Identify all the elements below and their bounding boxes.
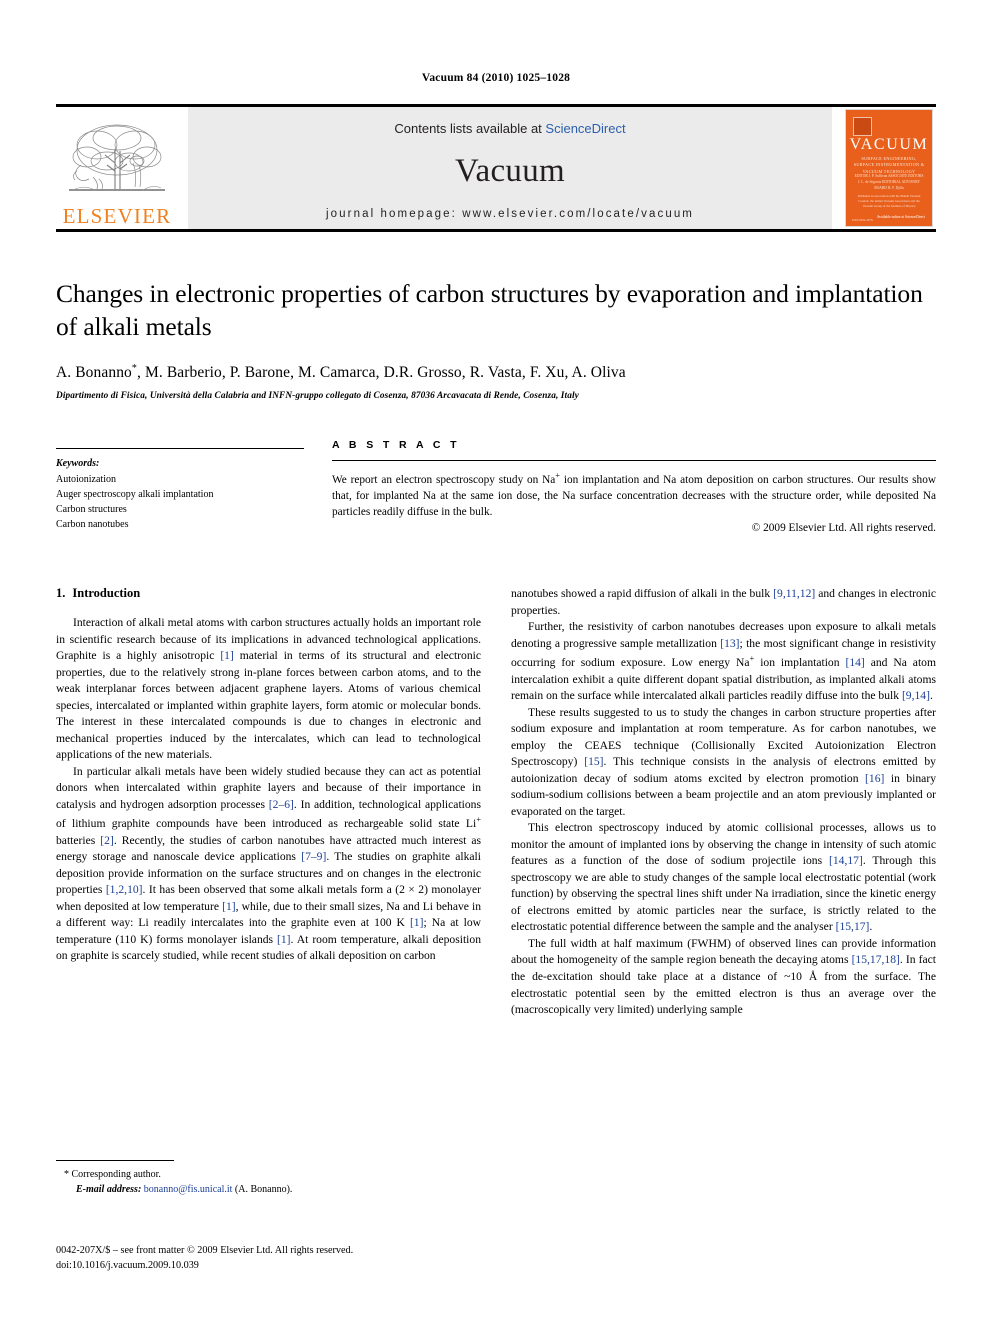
cover-footer: Available online at ScienceDirect — [876, 214, 925, 219]
journal-cover-cell: VACUUM SURFACE ENGINEERING, SURFACE INST… — [842, 107, 936, 229]
affiliation: Dipartimento di Fisica, Università della… — [56, 391, 579, 402]
cover-badge-icon — [853, 117, 872, 136]
cover-issn: ISSN 0042-207X — [852, 218, 873, 222]
abstract-rule — [332, 460, 936, 462]
cover-title: VACUUM — [849, 136, 929, 153]
footnote-block: * Corresponding author. E-mail address: … — [56, 1160, 481, 1197]
abstract-copyright: © 2009 Elsevier Ltd. All rights reserved… — [751, 522, 936, 535]
citation-link[interactable]: [2] — [100, 834, 114, 847]
citation-link[interactable]: [9,14] — [902, 689, 930, 702]
journal-title: Vacuum — [455, 153, 565, 189]
text-run: batteries — [56, 833, 101, 847]
keyword-item: Carbon nanotubes — [56, 519, 129, 531]
author-first: A. Bonanno — [56, 364, 132, 382]
section-number: 1. — [56, 586, 66, 601]
imprint-line-1: 0042-207X/$ – see front matter © 2009 El… — [56, 1245, 354, 1256]
citation-link[interactable]: [1] — [222, 900, 236, 913]
text-run: . — [869, 920, 873, 934]
citation-link[interactable]: [1] — [220, 649, 234, 662]
abstract-text: We report an electron spectroscopy study… — [332, 469, 936, 520]
email-note: E-mail address: bonanno@fis.unical.it (A… — [56, 1182, 481, 1197]
abstract-part-1: We report an electron spectroscopy study… — [332, 474, 556, 487]
contents-prefix: Contents lists available at — [394, 121, 546, 136]
keywords-rule — [56, 448, 304, 450]
text-run: . — [929, 689, 933, 703]
cover-editors: EDITOR J. P. Sullivan ASSOCIATE EDITORS … — [854, 174, 924, 190]
title-block: Changes in electronic properties of carb… — [56, 278, 936, 401]
paragraph: nanotubes showed a rapid diffusion of al… — [511, 586, 936, 619]
elsevier-logo: ELSEVIER — [56, 107, 178, 229]
citation-link[interactable]: [16] — [865, 772, 884, 785]
citation-link[interactable]: [13] — [720, 637, 739, 650]
citation-link[interactable]: [14] — [845, 656, 864, 669]
email-suffix: (A. Bonanno). — [232, 1184, 293, 1195]
superscript: + — [476, 814, 481, 825]
text-run: nanotubes showed a rapid diffusion of al… — [511, 587, 774, 601]
citation-link[interactable]: [1] — [277, 933, 291, 946]
journal-cover-thumbnail: VACUUM SURFACE ENGINEERING, SURFACE INST… — [845, 109, 933, 227]
citation-link[interactable]: [1,2,10] — [106, 883, 143, 896]
citation-link[interactable]: [1] — [410, 916, 424, 929]
keyword-item: Autoionization — [56, 473, 116, 485]
citation-link[interactable]: [15,17,18] — [852, 953, 900, 966]
sciencedirect-link[interactable]: ScienceDirect — [545, 121, 625, 136]
corresponding-author-text: Corresponding author. — [69, 1169, 161, 1180]
article-title: Changes in electronic properties of carb… — [56, 279, 923, 341]
paragraph: In particular alkali metals have been wi… — [56, 764, 481, 965]
body-columns: 1. Introduction Interaction of alkali met… — [56, 586, 936, 1018]
email-label: E-mail address: — [76, 1184, 142, 1195]
paragraph: This electron spectroscopy induced by at… — [511, 820, 936, 936]
left-column: 1. Introduction Interaction of alkali met… — [56, 586, 481, 1018]
paragraph: These results suggested to us to study t… — [511, 705, 936, 821]
keywords-heading: Keywords: — [56, 458, 100, 470]
cover-blurb: Published in association with the Britis… — [857, 194, 921, 208]
journal-homepage-line[interactable]: journal homepage: www.elsevier.com/locat… — [326, 208, 694, 220]
imprint-block: 0042-207X/$ – see front matter © 2009 El… — [56, 1244, 516, 1274]
abstract-heading: A B S T R A C T — [332, 439, 460, 452]
paragraph: Interaction of alkali metal atoms with c… — [56, 615, 481, 764]
corresponding-author-note: * Corresponding author. — [56, 1167, 481, 1182]
cover-subtitle: SURFACE ENGINEERING, SURFACE INSTRUMENTA… — [853, 156, 925, 174]
citation-link[interactable]: [7–9] — [301, 850, 326, 863]
keyword-item: Carbon structures — [56, 503, 127, 515]
section-title: Introduction — [72, 586, 141, 601]
footnote-rule — [56, 1160, 174, 1161]
article-page: Vacuum 84 (2010) 1025–1028 ELSEVIER Cont… — [0, 0, 992, 1323]
right-column: nanotubes showed a rapid diffusion of al… — [511, 586, 936, 1018]
journal-masthead: ELSEVIER Contents lists available at Sci… — [56, 104, 936, 229]
abstract-block: A B S T R A C T We report an electron sp… — [332, 439, 936, 534]
text-run: material in terms of its structural and … — [56, 649, 481, 762]
text-run: ion implantation — [754, 656, 846, 670]
author-list: A. Bonanno*, M. Barberio, P. Barone, M. … — [56, 363, 936, 382]
section-heading-introduction: 1. Introduction — [56, 586, 481, 601]
citation-link[interactable]: [15,17] — [836, 920, 870, 933]
elsevier-tree-icon — [69, 124, 165, 191]
paragraph: Further, the resistivity of carbon nanot… — [511, 619, 936, 704]
citation-link[interactable]: [2–6] — [269, 798, 294, 811]
citation-link[interactable]: [15] — [584, 755, 603, 768]
email-link[interactable]: bonanno@fis.unical.it — [144, 1184, 233, 1195]
paragraph: The full width at half maximum (FWHM) of… — [511, 936, 936, 1019]
citation-link[interactable]: [9,11,12] — [773, 587, 815, 600]
abstract-area: Keywords: Autoionization Auger spectrosc… — [56, 439, 936, 534]
elsevier-wordmark: ELSEVIER — [62, 204, 172, 228]
keyword-item: Auger spectroscopy alkali implantation — [56, 488, 214, 500]
author-rest: , M. Barberio, P. Barone, M. Camarca, D.… — [137, 364, 626, 382]
keywords-block: Keywords: Autoionization Auger spectrosc… — [56, 439, 304, 534]
masthead-bottom-rule — [56, 229, 936, 232]
imprint-line-2[interactable]: doi:10.1016/j.vacuum.2009.10.039 — [56, 1259, 516, 1274]
contents-available-line: Contents lists available at ScienceDirec… — [394, 121, 625, 136]
running-head: Vacuum 84 (2010) 1025–1028 — [421, 72, 571, 84]
citation-link[interactable]: [14,17] — [829, 854, 863, 867]
masthead-center: Contents lists available at ScienceDirec… — [188, 107, 832, 229]
